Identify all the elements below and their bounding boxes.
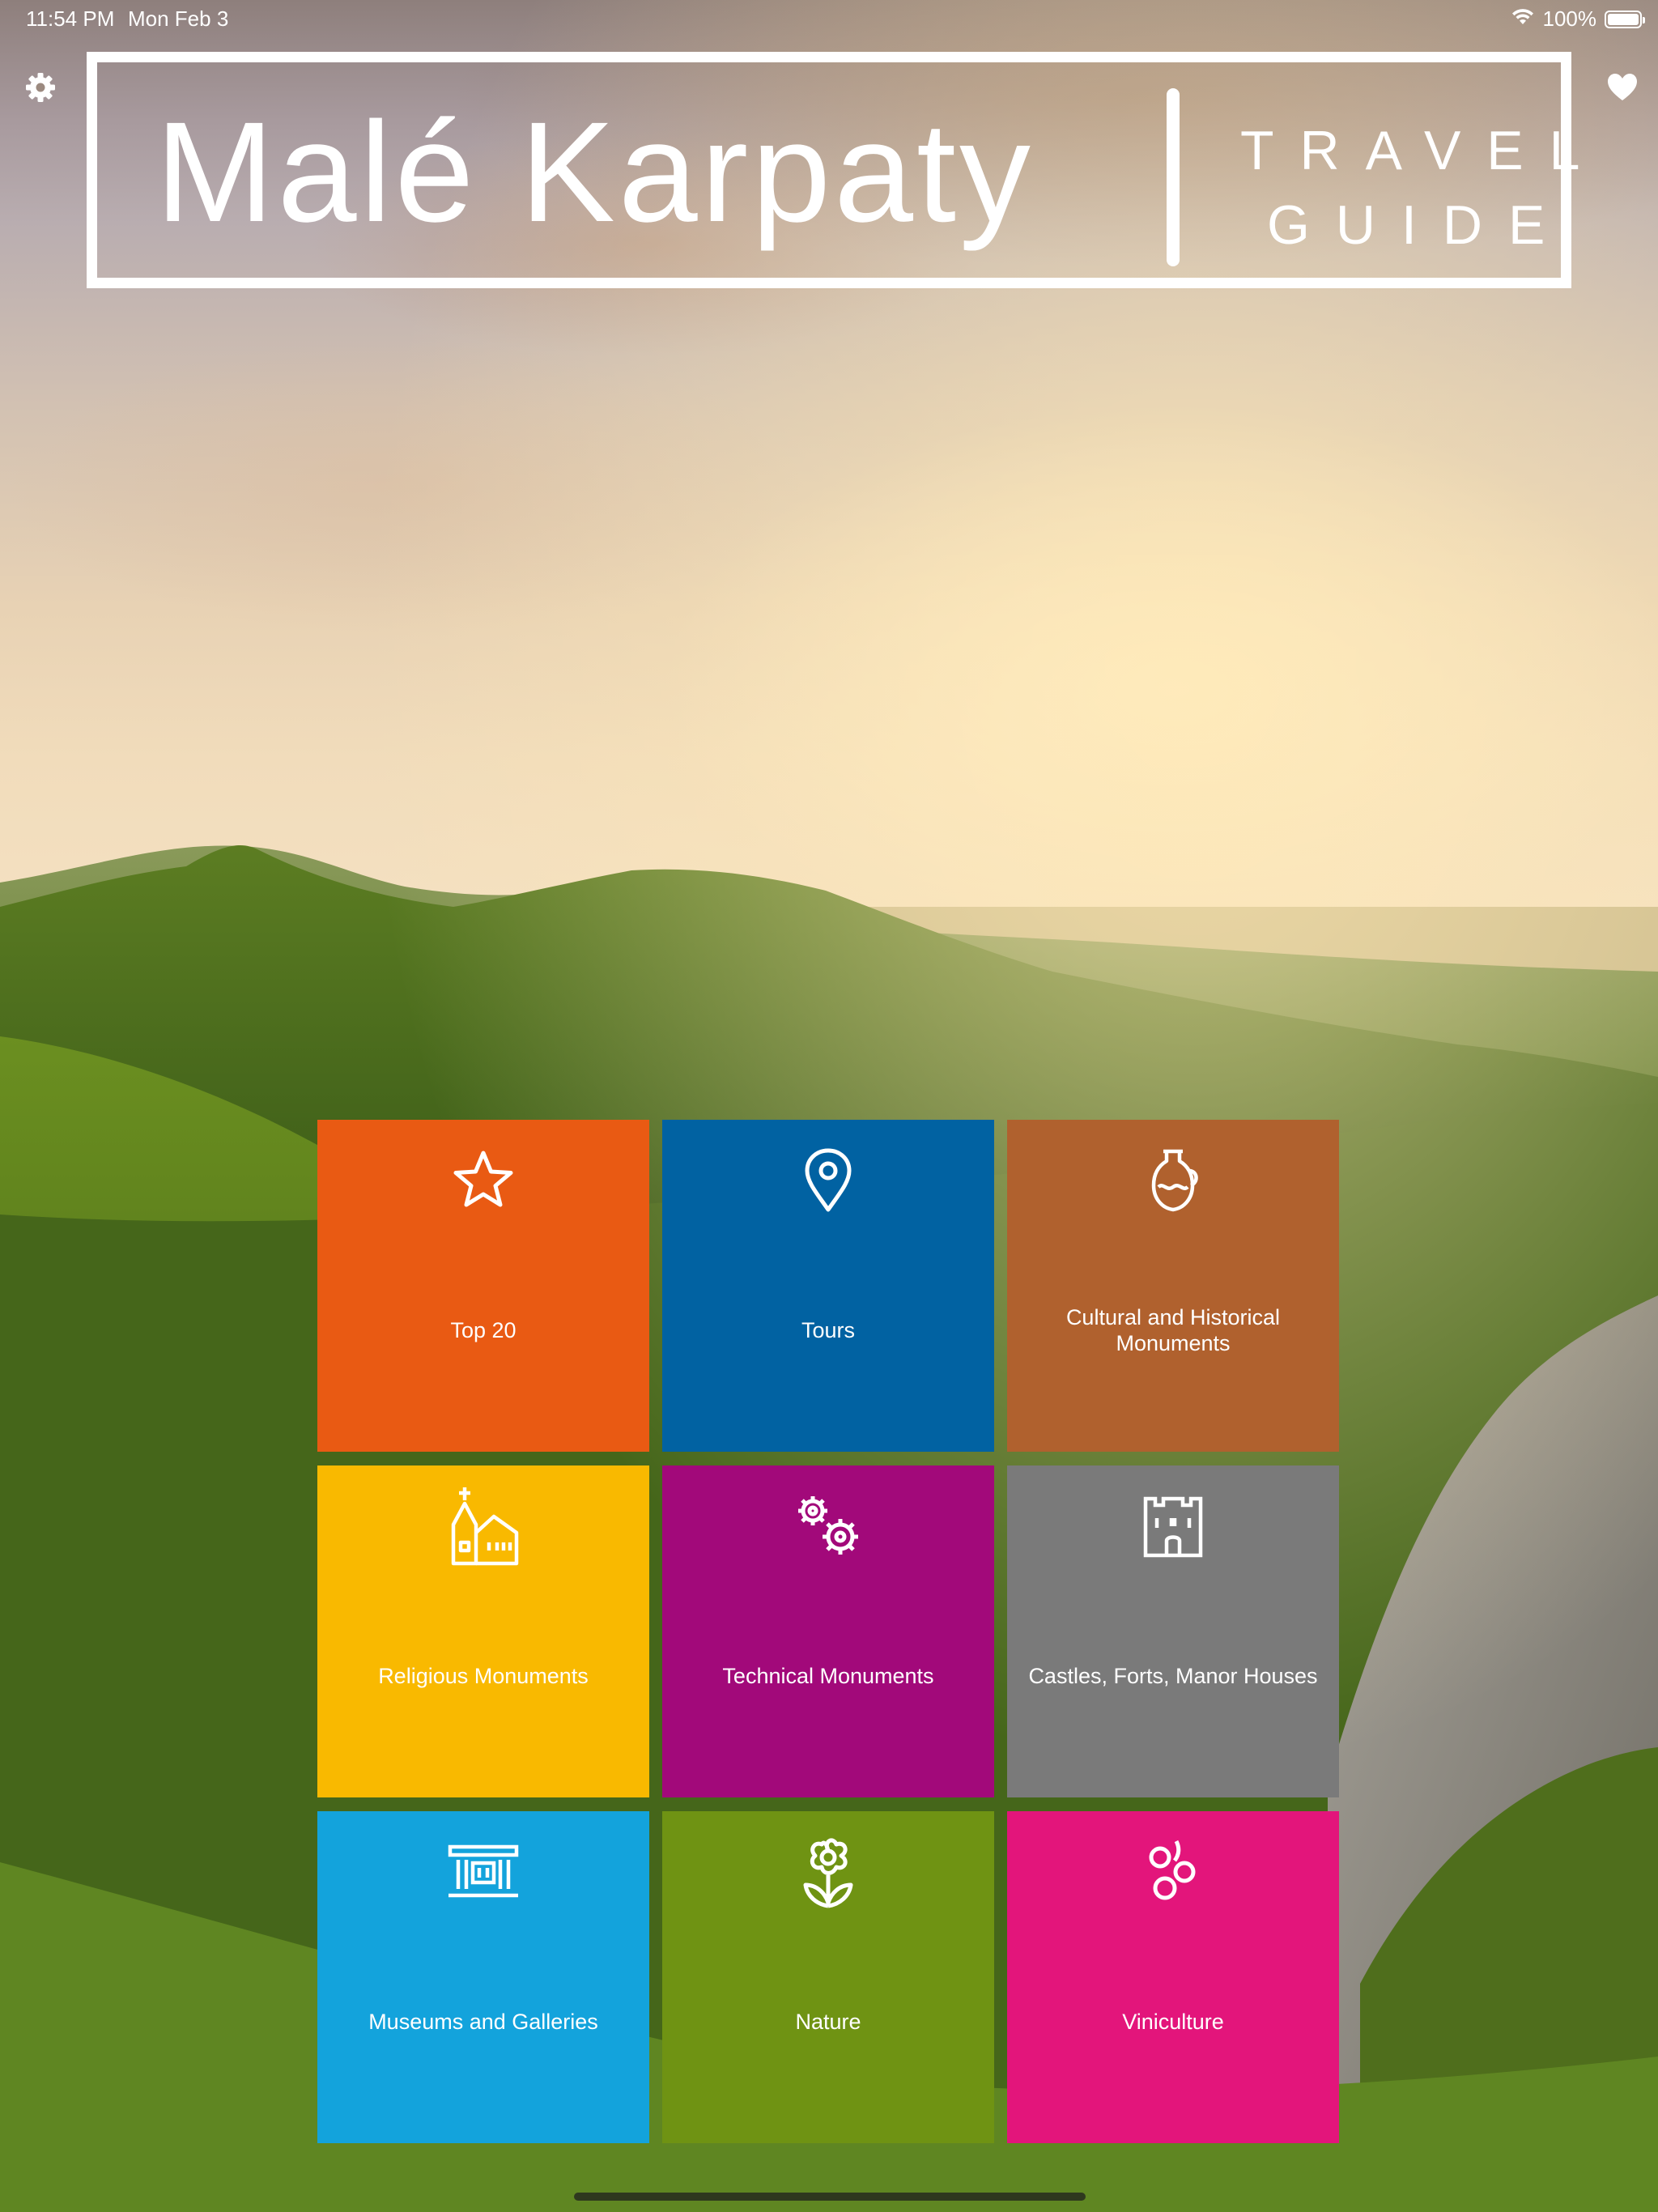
tile-nature[interactable]: Nature	[662, 1811, 994, 2143]
tile-label: Top 20	[450, 1318, 517, 1342]
map-pin-icon	[792, 1144, 865, 1217]
tile-religious[interactable]: Religious Monuments	[317, 1465, 649, 1797]
home-screen: 11:54 PM Mon Feb 3 100% Malé Karpaty TRA…	[0, 0, 1658, 2212]
tile-label: Museums and Galleries	[368, 2010, 598, 2034]
tile-label: Castles, Forts, Manor Houses	[1028, 1664, 1318, 1688]
wifi-icon	[1511, 6, 1535, 32]
tile-technical[interactable]: Technical Monuments	[662, 1465, 994, 1797]
gears-icon	[792, 1490, 865, 1563]
tile-top-20[interactable]: Top 20	[317, 1120, 649, 1452]
home-indicator[interactable]	[574, 2193, 1086, 2201]
tile-viniculture[interactable]: Viniculture	[1007, 1811, 1339, 2143]
battery-percent: 100%	[1542, 6, 1597, 31]
battery-fill	[1608, 13, 1639, 25]
tile-castles[interactable]: Castles, Forts, Manor Houses	[1007, 1465, 1339, 1797]
church-icon	[447, 1487, 520, 1566]
category-grid: Top 20 Tours Cultural and Historical Mon…	[317, 1120, 1341, 2143]
star-icon	[447, 1144, 520, 1217]
flower-icon	[792, 1836, 865, 1908]
logo-divider	[1167, 88, 1180, 266]
heart-icon	[1608, 74, 1637, 100]
logo-title: Malé Karpaty	[155, 93, 1034, 252]
tile-label: Tours	[801, 1318, 856, 1342]
tile-label: Religious Monuments	[378, 1664, 589, 1688]
battery-icon	[1605, 10, 1645, 28]
status-date: Mon Feb 3	[128, 6, 229, 31]
logo-subtitle-line1: TRAVEL	[1240, 120, 1606, 181]
tile-label: Viniculture	[1122, 2010, 1224, 2034]
tile-cultural-historical[interactable]: Cultural and Historical Monuments	[1007, 1120, 1339, 1452]
settings-button[interactable]	[23, 70, 58, 105]
favorites-button[interactable]	[1605, 70, 1640, 105]
amphora-icon	[1137, 1144, 1209, 1217]
tile-label: Nature	[795, 2010, 861, 2034]
app-logo: Malé Karpaty TRAVEL GUIDE	[87, 52, 1579, 288]
gear-icon	[26, 73, 55, 102]
tile-label: Technical Monuments	[722, 1664, 934, 1688]
grapes-icon	[1137, 1836, 1209, 1908]
museum-icon	[447, 1836, 520, 1908]
logo-subtitle-line2: GUIDE	[1267, 194, 1571, 256]
status-right: 100%	[1511, 6, 1645, 32]
status-time: 11:54 PM	[26, 6, 115, 31]
tile-museums[interactable]: Museums and Galleries	[317, 1811, 649, 2143]
tile-label: Cultural and Historical Monuments	[1065, 1305, 1281, 1355]
status-bar: 11:54 PM Mon Feb 3 100%	[0, 0, 1658, 39]
tile-tours[interactable]: Tours	[662, 1120, 994, 1452]
castle-icon	[1137, 1490, 1209, 1563]
